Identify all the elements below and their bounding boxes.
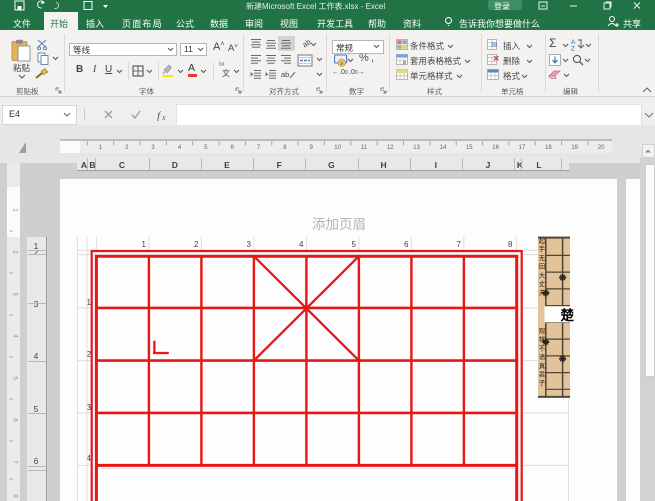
svg-text:3: 3 (12, 292, 18, 296)
svg-text:20: 20 (598, 145, 605, 151)
svg-text:夫: 夫 (539, 288, 546, 297)
svg-text:不: 不 (539, 344, 546, 352)
svg-text:4: 4 (12, 334, 18, 338)
svg-text:2: 2 (12, 250, 18, 254)
svg-text:12: 12 (387, 145, 394, 151)
svg-text:真: 真 (539, 361, 546, 370)
svg-text:子: 子 (539, 379, 546, 387)
svg-text:8: 8 (12, 494, 18, 498)
svg-text:15: 15 (466, 145, 473, 151)
svg-text:观: 观 (539, 327, 546, 335)
svg-text:7: 7 (12, 460, 18, 464)
svg-text:君: 君 (539, 371, 546, 379)
svg-text:18: 18 (545, 145, 552, 151)
svg-text:6: 6 (12, 418, 18, 422)
svg-text:11: 11 (361, 145, 368, 151)
svg-text:回: 回 (539, 263, 545, 271)
svg-text:无: 无 (539, 254, 546, 262)
svg-text:13: 13 (413, 145, 420, 151)
svg-text:17: 17 (519, 145, 526, 151)
svg-text:丈: 丈 (539, 279, 546, 288)
svg-text:5: 5 (12, 376, 18, 380)
svg-text:10: 10 (334, 145, 341, 151)
svg-text:棋: 棋 (539, 335, 546, 344)
svg-text:大: 大 (539, 270, 546, 279)
svg-text:手: 手 (539, 244, 546, 253)
svg-text:19: 19 (571, 145, 578, 151)
svg-text:起: 起 (539, 237, 546, 245)
svg-text:16: 16 (492, 145, 499, 151)
svg-text:1: 1 (12, 208, 18, 212)
svg-text:语: 语 (539, 352, 546, 361)
svg-text:楚: 楚 (560, 307, 575, 323)
svg-text:14: 14 (440, 145, 447, 151)
